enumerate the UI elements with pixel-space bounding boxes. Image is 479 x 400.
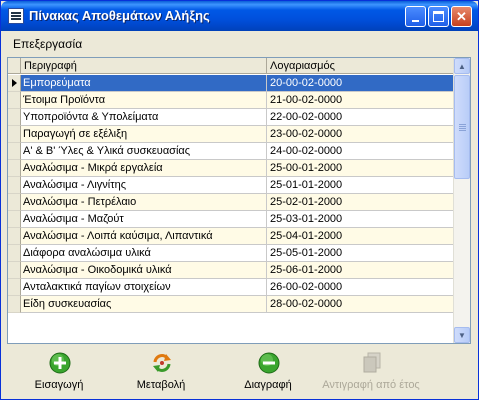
cell-account[interactable]: 25-03-01-2000: [267, 211, 454, 228]
close-icon: ✕: [456, 9, 467, 24]
cell-account[interactable]: 24-00-02-0000: [267, 143, 454, 160]
bottom-toolbar: Εισαγωγή Μεταβολή Διαγραφή Αντιγραφή από…: [5, 348, 474, 396]
row-indicator[interactable]: [8, 92, 21, 109]
row-indicator[interactable]: [8, 296, 21, 313]
table-row[interactable]: Ανταλακτικά παγίων στοιχείων 26-00-02-000…: [8, 279, 454, 296]
row-indicator[interactable]: [8, 279, 21, 296]
row-indicator[interactable]: [8, 160, 21, 177]
cell-account[interactable]: 20-00-02-0000: [267, 75, 454, 92]
copy-from-year-button[interactable]: Αντιγραφή από έτος: [321, 350, 421, 394]
column-header-account[interactable]: Λογαριασμός: [267, 58, 454, 74]
cell-description[interactable]: Έτοιμα Προϊόντα: [21, 92, 267, 109]
table-row[interactable]: Αναλώσιμα - Πετρέλαιο 25-02-01-2000: [8, 194, 454, 211]
row-indicator[interactable]: [8, 228, 21, 245]
title-bar[interactable]: Πίνακας Αποθεμάτων Αλήξης ✕: [1, 1, 478, 31]
maximize-button[interactable]: [428, 6, 449, 27]
table-row[interactable]: Είδη συσκευασίας 28-00-02-0000: [8, 296, 454, 313]
cell-description[interactable]: Εμπορεύματα: [21, 75, 267, 92]
cell-description[interactable]: Α' & Β' Ύλες & Υλικά συσκευασίας: [21, 143, 267, 160]
cell-description[interactable]: Είδη συσκευασίας: [21, 296, 267, 313]
minimize-icon: [412, 19, 419, 22]
row-indicator[interactable]: [8, 126, 21, 143]
cell-description[interactable]: Υποπροϊόντα & Υπολείματα: [21, 109, 267, 126]
table-row[interactable]: Εμπορεύματα 20-00-02-0000: [8, 75, 454, 92]
minimize-button[interactable]: [405, 6, 426, 27]
row-indicator[interactable]: [8, 109, 21, 126]
row-indicator[interactable]: [8, 262, 21, 279]
insert-button[interactable]: Εισαγωγή: [9, 350, 109, 394]
row-indicator[interactable]: [8, 143, 21, 160]
table-row[interactable]: Διάφορα αναλώσιμα υλικά 25-05-01-2000: [8, 245, 454, 262]
scroll-up-button[interactable]: ▲: [454, 58, 470, 74]
chevron-down-icon: ▼: [458, 330, 466, 340]
copy-pages-icon: [363, 352, 381, 373]
table-row[interactable]: Αναλώσιμα - Μαζούτ 25-03-01-2000: [8, 211, 454, 228]
window-title: Πίνακας Αποθεμάτων Αλήξης: [29, 8, 210, 23]
table-row[interactable]: Αναλώσιμα - Λοιπά καύσιμα, Λιπαντικά 25-0…: [8, 228, 454, 245]
table-row[interactable]: Α' & Β' Ύλες & Υλικά συσκευασίας 24-00-02…: [8, 143, 454, 160]
grid-header: Περιγραφή Λογαριασμός: [8, 58, 454, 75]
cell-account[interactable]: 25-06-01-2000: [267, 262, 454, 279]
edit-button[interactable]: Μεταβολή: [111, 350, 211, 394]
maximize-icon: [433, 11, 444, 22]
table-row[interactable]: Υποπροϊόντα & Υπολείματα 22-00-02-0000: [8, 109, 454, 126]
close-button[interactable]: ✕: [451, 6, 472, 27]
menu-edit[interactable]: Επεξεργασία: [13, 37, 82, 51]
scroll-down-button[interactable]: ▼: [454, 327, 470, 343]
plus-circle-icon: [49, 352, 71, 374]
vertical-scrollbar[interactable]: ▲ ▼: [453, 58, 470, 343]
cell-description[interactable]: Αναλώσιμα - Μαζούτ: [21, 211, 267, 228]
row-indicator[interactable]: [8, 75, 21, 92]
cell-account[interactable]: 26-00-02-0000: [267, 279, 454, 296]
header-corner: [8, 58, 21, 74]
app-window: Πίνακας Αποθεμάτων Αλήξης ✕ Επεξεργασία …: [0, 0, 479, 400]
row-indicator[interactable]: [8, 245, 21, 262]
cell-description[interactable]: Αναλώσιμα - Πετρέλαιο: [21, 194, 267, 211]
column-header-description[interactable]: Περιγραφή: [21, 58, 267, 74]
cell-account[interactable]: 21-00-02-0000: [267, 92, 454, 109]
current-row-arrow-icon: [12, 79, 17, 87]
delete-label: Διαγραφή: [244, 379, 292, 391]
cell-description[interactable]: Αναλώσιμα - Μικρά εργαλεία: [21, 160, 267, 177]
cell-account[interactable]: 23-00-02-0000: [267, 126, 454, 143]
refresh-arrows-icon: [153, 354, 171, 372]
cell-account[interactable]: 25-04-01-2000: [267, 228, 454, 245]
cell-description[interactable]: Αναλώσιμα - Λοιπά καύσιμα, Λιπαντικά: [21, 228, 267, 245]
cell-account[interactable]: 25-05-01-2000: [267, 245, 454, 262]
cell-description[interactable]: Διάφορα αναλώσιμα υλικά: [21, 245, 267, 262]
cell-account[interactable]: 25-00-01-2000: [267, 160, 454, 177]
cell-description[interactable]: Αναλώσιμα - Λιγνίτης: [21, 177, 267, 194]
scroll-thumb[interactable]: [454, 75, 470, 179]
insert-label: Εισαγωγή: [34, 379, 84, 391]
chevron-up-icon: ▲: [458, 61, 466, 71]
row-indicator[interactable]: [8, 194, 21, 211]
app-icon[interactable]: [8, 8, 24, 24]
cell-description[interactable]: Ανταλακτικά παγίων στοιχείων: [21, 279, 267, 296]
cell-account[interactable]: 28-00-02-0000: [267, 296, 454, 313]
cell-description[interactable]: Παραγωγή σε εξέλιξη: [21, 126, 267, 143]
cell-account[interactable]: 22-00-02-0000: [267, 109, 454, 126]
delete-button[interactable]: Διαγραφή: [218, 350, 318, 394]
minus-circle-icon: [258, 352, 280, 374]
row-indicator[interactable]: [8, 211, 21, 228]
menu-bar: Επεξεργασία: [5, 33, 474, 53]
cell-description[interactable]: Αναλώσιμα - Οικοδομικά υλικά: [21, 262, 267, 279]
table-row[interactable]: Έτοιμα Προϊόντα 21-00-02-0000: [8, 92, 454, 109]
cell-account[interactable]: 25-01-01-2000: [267, 177, 454, 194]
table-row[interactable]: Παραγωγή σε εξέλιξη 23-00-02-0000: [8, 126, 454, 143]
edit-label: Μεταβολή: [136, 379, 186, 391]
table-row[interactable]: Αναλώσιμα - Μικρά εργαλεία 25-00-01-2000: [8, 160, 454, 177]
table-row[interactable]: Αναλώσιμα - Λιγνίτης 25-01-01-2000: [8, 177, 454, 194]
copy-from-year-label: Αντιγραφή από έτος: [322, 379, 420, 391]
table-row[interactable]: Αναλώσιμα - Οικοδομικά υλικά 25-06-01-200…: [8, 262, 454, 279]
cell-account[interactable]: 25-02-01-2000: [267, 194, 454, 211]
row-indicator[interactable]: [8, 177, 21, 194]
data-grid[interactable]: Περιγραφή Λογαριασμός Εμπορεύματα 20-00-0…: [7, 57, 471, 344]
